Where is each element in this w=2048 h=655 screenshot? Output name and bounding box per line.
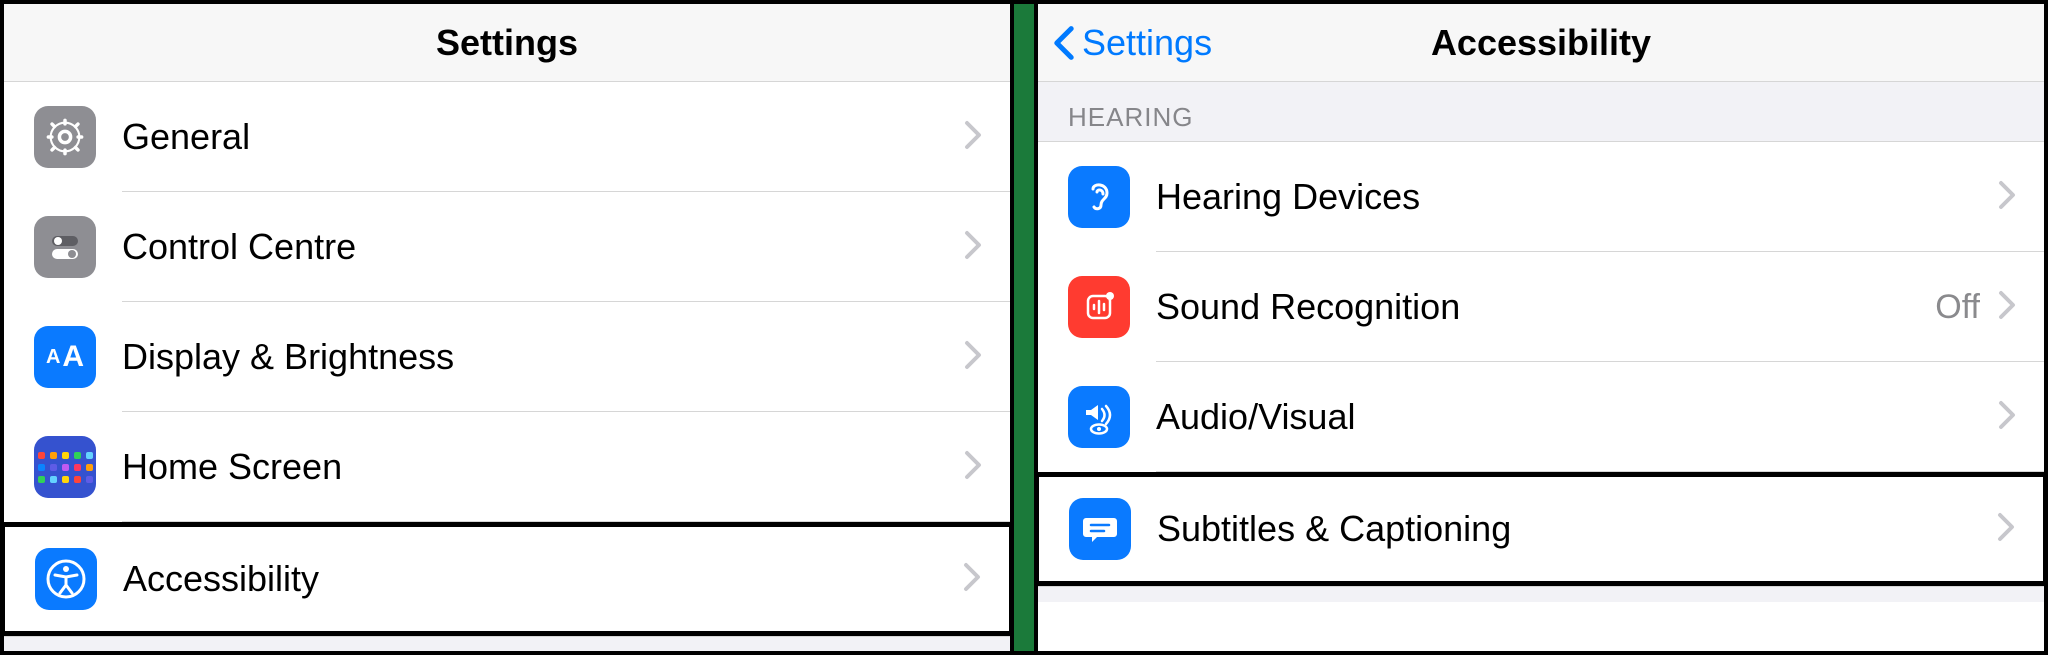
panel-divider bbox=[1014, 0, 1034, 655]
settings-navbar: Settings bbox=[4, 4, 1010, 82]
ear-icon bbox=[1068, 166, 1130, 228]
toggles-icon bbox=[34, 216, 96, 278]
chevron-right-icon bbox=[1998, 400, 2016, 435]
row-label: Subtitles & Captioning bbox=[1157, 508, 1997, 550]
row-label: General bbox=[122, 116, 964, 158]
row-value: Off bbox=[1935, 288, 1980, 327]
row-home-screen[interactable]: Home Screen bbox=[4, 412, 1010, 522]
aa-icon: AA bbox=[34, 326, 96, 388]
audio-visual-icon bbox=[1068, 386, 1130, 448]
subtitles-icon bbox=[1069, 498, 1131, 560]
back-button[interactable]: Settings bbox=[1052, 4, 1212, 81]
accessibility-navbar: Settings Accessibility bbox=[1038, 4, 2044, 82]
accessibility-list: Hearing Devices Sound Recognition bbox=[1038, 142, 2044, 651]
accessibility-panel: Settings Accessibility HEARING Hearing D… bbox=[1034, 0, 2048, 655]
accessibility-icon bbox=[35, 548, 97, 610]
chevron-right-icon bbox=[963, 562, 981, 597]
gear-icon bbox=[34, 106, 96, 168]
chevron-right-icon bbox=[964, 340, 982, 375]
row-label: Display & Brightness bbox=[122, 336, 964, 378]
chevron-right-icon bbox=[1997, 512, 2015, 547]
row-control-centre[interactable]: Control Centre bbox=[4, 192, 1010, 302]
row-hearing-devices[interactable]: Hearing Devices bbox=[1038, 142, 2044, 252]
row-label: Audio/Visual bbox=[1156, 396, 1998, 438]
settings-panel: Settings General bbox=[0, 0, 1014, 655]
row-subtitles-captioning[interactable]: Subtitles & Captioning bbox=[1034, 472, 2048, 586]
row-label: Accessibility bbox=[123, 558, 963, 600]
row-label: Control Centre bbox=[122, 226, 964, 268]
chevron-right-icon bbox=[964, 230, 982, 265]
row-sound-recognition[interactable]: Sound Recognition Off bbox=[1038, 252, 2044, 362]
chevron-right-icon bbox=[1998, 180, 2016, 215]
bottom-strip bbox=[1038, 586, 2044, 602]
row-accessibility[interactable]: Accessibility bbox=[0, 522, 1014, 636]
row-general[interactable]: General bbox=[4, 82, 1010, 192]
bottom-strip bbox=[4, 636, 1010, 652]
section-hearing: HEARING bbox=[1038, 82, 2044, 142]
row-display-brightness[interactable]: AA Display & Brightness bbox=[4, 302, 1010, 412]
chevron-right-icon bbox=[964, 120, 982, 155]
row-label: Sound Recognition bbox=[1156, 286, 1935, 328]
back-label: Settings bbox=[1082, 22, 1212, 64]
row-label: Hearing Devices bbox=[1156, 176, 1998, 218]
row-label: Home Screen bbox=[122, 446, 964, 488]
accessibility-title: Accessibility bbox=[1431, 22, 1651, 64]
chevron-right-icon bbox=[1998, 290, 2016, 325]
row-audio-visual[interactable]: Audio/Visual bbox=[1038, 362, 2044, 472]
settings-list: General Control Centre bbox=[4, 82, 1010, 652]
settings-title: Settings bbox=[436, 22, 578, 64]
home-grid-icon bbox=[34, 436, 96, 498]
chevron-right-icon bbox=[964, 450, 982, 485]
sound-icon bbox=[1068, 276, 1130, 338]
